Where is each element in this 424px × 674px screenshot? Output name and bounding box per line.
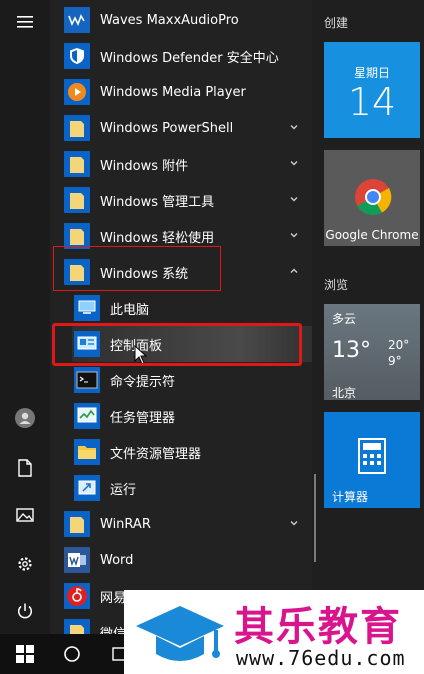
- app-word[interactable]: Word: [62, 542, 312, 578]
- tile-group-title: 创建: [324, 16, 349, 30]
- app-label: 微信: [100, 626, 127, 635]
- app-label: Windows 管理工具: [100, 194, 215, 210]
- weather-low: 9°: [388, 354, 402, 368]
- app-label: Waves MaxxAudioPro: [100, 12, 239, 28]
- highlight-box-windows-system: [53, 246, 221, 291]
- chevron-down-icon[interactable]: [288, 193, 300, 205]
- folder-windows-accessories[interactable]: Windows 附件: [62, 146, 312, 182]
- cortana-search-icon[interactable]: [60, 642, 84, 666]
- file-explorer-icon: [74, 439, 100, 465]
- app-label: Windows 附件: [100, 158, 189, 174]
- calculator-label: 计算器: [332, 490, 369, 504]
- folder-icon: [64, 511, 90, 537]
- settings-gear-icon[interactable]: [13, 552, 37, 576]
- app-list: Waves MaxxAudioPro Windows Defender 安全中心…: [50, 0, 312, 634]
- app-label: 文件资源管理器: [110, 446, 202, 462]
- app-windows-media-player[interactable]: Windows Media Player: [62, 74, 312, 110]
- command-prompt-icon: [74, 367, 100, 393]
- calendar-date: 14: [347, 80, 397, 124]
- windows-start-icon[interactable]: [13, 642, 37, 666]
- app-run[interactable]: 运行: [72, 470, 312, 506]
- weather-city: 北京: [332, 386, 357, 400]
- weather-tile[interactable]: 多云 13° 20° 9° 北京: [324, 304, 420, 400]
- weather-condition: 多云: [332, 312, 357, 326]
- app-label: 命令提示符: [110, 374, 176, 390]
- calculator-icon: [358, 438, 386, 474]
- folder-icon: [64, 115, 90, 141]
- task-manager-icon: [74, 403, 100, 429]
- tiles-panel: 创建 星期日 14 Google Chrome 浏览 多云 13° 20° 9°…: [316, 0, 424, 634]
- app-label: Windows Media Player: [100, 84, 246, 100]
- app-label: WinRAR: [100, 516, 151, 532]
- app-this-pc[interactable]: 此电脑: [72, 290, 312, 326]
- shield-icon: [64, 43, 90, 69]
- folder-winrar[interactable]: WinRAR: [62, 506, 312, 542]
- folder-icon: [64, 619, 90, 634]
- app-label: Windows 轻松使用: [100, 230, 215, 246]
- chevron-down-icon[interactable]: [288, 517, 300, 529]
- app-label: 此电脑: [110, 302, 150, 318]
- chevron-down-icon[interactable]: [288, 157, 300, 169]
- app-label: 运行: [110, 482, 137, 498]
- app-command-prompt[interactable]: 命令提示符: [72, 362, 312, 398]
- netease-music-icon: [64, 583, 90, 609]
- chrome-tile[interactable]: Google Chrome: [324, 150, 420, 246]
- power-icon[interactable]: [13, 599, 37, 623]
- user-avatar-icon[interactable]: [13, 406, 37, 430]
- app-task-manager[interactable]: 任务管理器: [72, 398, 312, 434]
- app-label: Word: [100, 552, 134, 568]
- chrome-logo-icon: [355, 179, 392, 216]
- app-waves-maxxaudiopro[interactable]: Waves MaxxAudioPro: [62, 2, 312, 38]
- chevron-down-icon[interactable]: [288, 121, 300, 133]
- folder-icon: [64, 151, 90, 177]
- watermark-url: www.76edu.com: [236, 646, 406, 670]
- start-rail: [0, 0, 50, 634]
- app-windows-defender[interactable]: Windows Defender 安全中心: [62, 38, 312, 74]
- run-icon: [74, 475, 100, 501]
- word-icon: [64, 547, 90, 573]
- media-player-icon: [64, 79, 90, 105]
- app-file-explorer[interactable]: 文件资源管理器: [72, 434, 312, 470]
- hamburger-menu-icon[interactable]: [13, 10, 37, 34]
- weather-temperature: 13°: [332, 338, 371, 363]
- graduation-cap-icon: [136, 606, 224, 661]
- highlight-box-control-panel: [52, 323, 302, 366]
- app-label: 任务管理器: [110, 410, 176, 426]
- watermark-logo: 其乐教育 www.76edu.com: [124, 590, 424, 674]
- calendar-day: 星期日: [353, 66, 390, 80]
- app-label: Windows PowerShell: [100, 120, 234, 136]
- chrome-label: Google Chrome: [325, 228, 419, 242]
- pictures-icon[interactable]: [13, 503, 37, 527]
- watermark-text: 其乐教育: [234, 604, 402, 650]
- computer-icon: [74, 295, 100, 321]
- documents-icon[interactable]: [13, 456, 37, 480]
- folder-icon: [64, 187, 90, 213]
- calendar-tile[interactable]: 星期日 14: [324, 42, 420, 138]
- waves-icon: [64, 7, 90, 33]
- chevron-up-icon[interactable]: [288, 265, 300, 277]
- calculator-tile[interactable]: 计算器: [324, 412, 420, 508]
- folder-windows-powershell[interactable]: Windows PowerShell: [62, 110, 312, 146]
- chevron-down-icon[interactable]: [288, 229, 300, 241]
- tile-group-title: 浏览: [324, 278, 349, 292]
- app-label: Windows Defender 安全中心: [100, 50, 279, 66]
- weather-high: 20°: [388, 338, 410, 352]
- folder-windows-admin-tools[interactable]: Windows 管理工具: [62, 182, 312, 218]
